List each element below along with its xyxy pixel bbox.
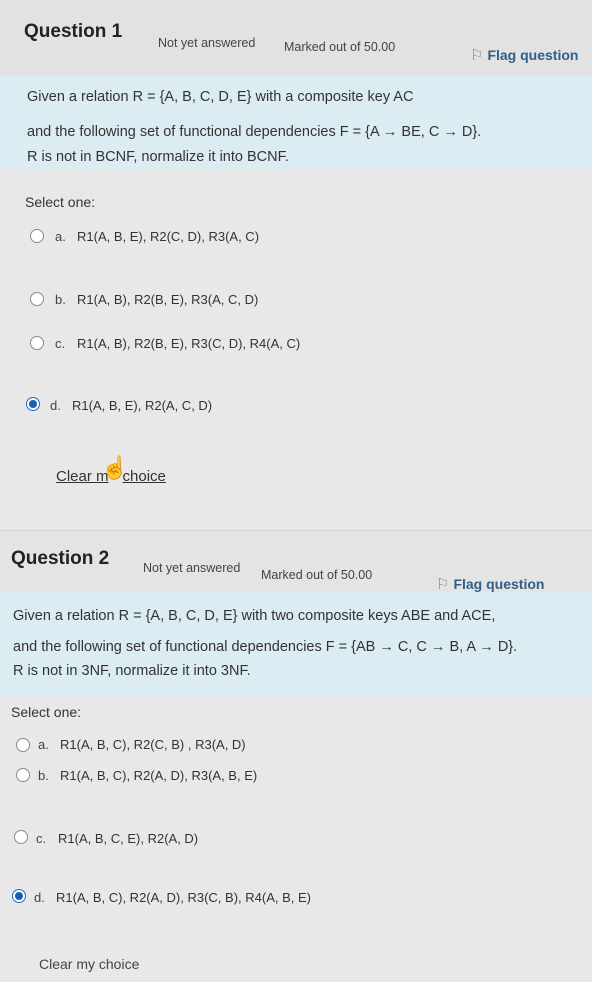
q1-option-d[interactable]: d. R1(A, B, E), R2(A, C, D)	[50, 398, 212, 413]
q2-marks: Marked out of 50.00	[261, 568, 373, 582]
q1-option-c[interactable]: c. R1(A, B), R2(B, E), R3(C, D), R4(A, C)	[55, 336, 300, 351]
q1-option-a[interactable]: a. R1(A, B, E), R2(C, D), R3(A, C)	[55, 229, 259, 244]
q1-option-a-radio[interactable]	[30, 229, 44, 243]
q1-option-b[interactable]: b. R1(A, B), R2(B, E), R3(A, C, D)	[55, 292, 258, 307]
q1-marks: Marked out of 50.00	[284, 40, 396, 54]
hand-pointer-icon: ☝	[101, 455, 129, 480]
q1-text-line: and the following set of functional depe…	[27, 124, 482, 140]
q2-option-c-radio[interactable]	[14, 830, 28, 844]
q1-option-b-radio[interactable]	[30, 292, 44, 306]
q1-option-c-radio[interactable]	[30, 336, 44, 350]
q2-option-d[interactable]: d. R1(A, B, C), R2(A, D), R3(C, B), R4(A,…	[34, 890, 311, 905]
q2-text-line: R is not in 3NF, normalize it into 3NF.	[13, 663, 251, 679]
q1-text-line: Given a relation R = {A, B, C, D, E} wit…	[27, 89, 414, 105]
q2-text-line: Given a relation R = {A, B, C, D, E} wit…	[13, 608, 496, 624]
q2-text-line: and the following set of functional depe…	[13, 639, 518, 655]
flag-icon: ⚐	[470, 47, 484, 64]
q2-clear-choice-link[interactable]: Clear my choice	[39, 956, 139, 972]
q1-text-line: R is not in BCNF, normalize it into BCNF…	[27, 149, 289, 165]
flag-icon: ⚐	[436, 576, 450, 593]
q1-option-d-radio[interactable]	[26, 397, 40, 411]
q2-select-one-label: Select one:	[11, 704, 82, 720]
q2-option-c[interactable]: c. R1(A, B, C, E), R2(A, D)	[36, 831, 198, 846]
q2-option-b[interactable]: b. R1(A, B, C), R2(A, D), R3(A, B, E)	[38, 768, 257, 783]
q1-flag-button[interactable]: ⚐ Flag question	[470, 46, 578, 64]
q1-select-one-label: Select one:	[25, 194, 96, 210]
q2-option-d-radio[interactable]	[12, 889, 26, 903]
q2-option-b-radio[interactable]	[16, 768, 30, 782]
q2-title: Question 2	[11, 548, 110, 569]
q2-flag-button[interactable]: ⚐ Flag question	[436, 575, 544, 593]
q1-flag-label: Flag question	[487, 47, 579, 63]
q2-flag-label: Flag question	[453, 576, 545, 592]
q1-title: Question 1	[24, 21, 123, 42]
q2-option-a-radio[interactable]	[16, 738, 30, 752]
q2-status: Not yet answered	[143, 561, 241, 575]
q2-option-a[interactable]: a. R1(A, B, C), R2(C, B) , R3(A, D)	[38, 737, 246, 752]
q1-status: Not yet answered	[158, 36, 256, 50]
